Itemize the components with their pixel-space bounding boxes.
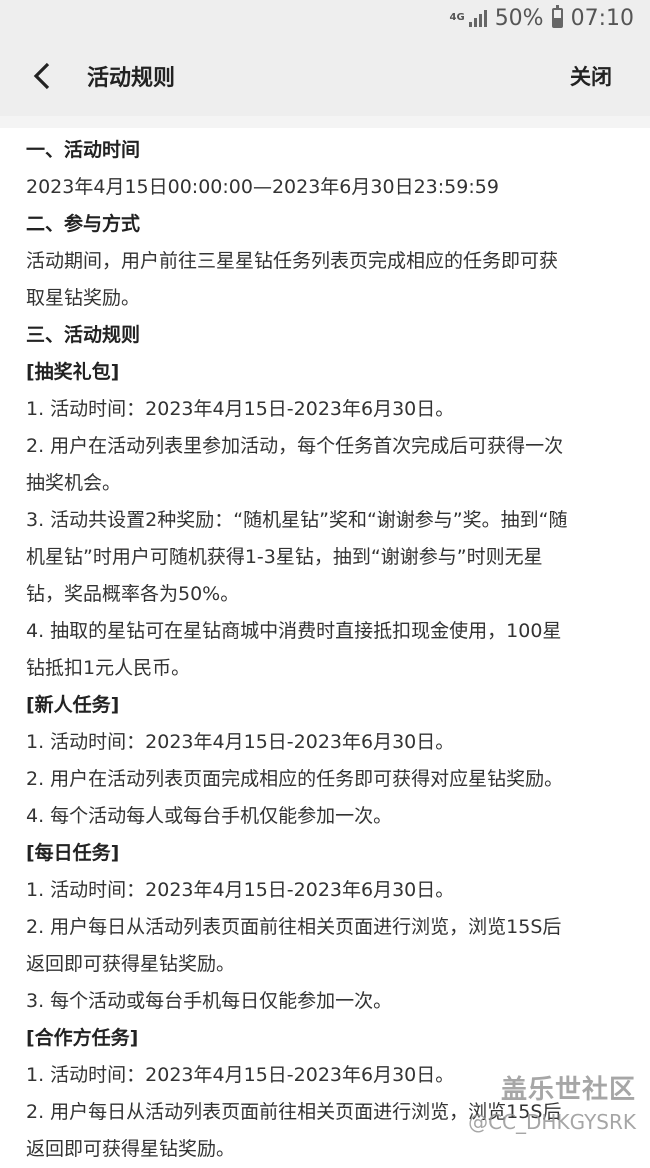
section-heading: [新人任务]	[26, 694, 120, 716]
battery-percent: 50%	[494, 5, 544, 31]
section-heading: [每日任务]	[26, 842, 120, 864]
section-heading: [合作方任务]	[26, 1027, 139, 1049]
section-heading: 二、参与方式	[26, 213, 141, 235]
rule-text: 抽奖机会。	[26, 472, 122, 494]
rule-text: 1. 活动时间：2023年4月15日-2023年6月30日。	[26, 731, 455, 753]
section-heading: 一、活动时间	[26, 139, 141, 161]
rule-text: 钻抵扣1元人民币。	[26, 657, 191, 679]
watermark: 盖乐世社区 @CC_DHKGYSRK	[468, 1069, 636, 1134]
header-divider	[0, 116, 650, 128]
rule-text: 4. 每个活动每人或每台手机仅能参加一次。	[26, 805, 393, 827]
section-heading: 三、活动规则	[26, 324, 141, 346]
rule-text: 2. 用户在活动列表里参加活动，每个任务首次完成后可获得一次	[26, 435, 564, 457]
rule-text: 1. 活动时间：2023年4月15日-2023年6月30日。	[26, 398, 455, 420]
clock: 07:10	[570, 5, 634, 31]
rules-content: 一、活动时间 2023年4月15日00:00:00—2023年6月30日23:59…	[0, 128, 650, 1168]
battery-icon	[551, 5, 563, 28]
section-heading: [抽奖礼包]	[26, 361, 120, 383]
rule-text: 2. 用户每日从活动列表页面前往相关页面进行浏览，浏览15S后	[26, 916, 562, 938]
page-title: 活动规则	[87, 66, 176, 91]
rule-text: 2023年4月15日00:00:00—2023年6月30日23:59:59	[26, 176, 499, 198]
close-button[interactable]: 关闭	[570, 61, 612, 91]
rule-text: 返回即可获得星钻奖励。	[26, 1138, 236, 1160]
chevron-left-icon	[33, 62, 50, 90]
status-bar: 4G 50% 07:10	[0, 0, 650, 36]
watermark-user: @CC_DHKGYSRK	[468, 1110, 636, 1134]
watermark-title: 盖乐世社区	[500, 1075, 636, 1105]
back-button[interactable]	[22, 56, 62, 96]
rule-text: 3. 活动共设置2种奖励：“随机星钻”奖和“谢谢参与”奖。抽到“随	[26, 509, 568, 531]
signal-icon	[468, 9, 487, 27]
rule-text: 4. 抽取的星钻可在星钻商城中消费时直接抵扣现金使用，100星	[26, 620, 562, 642]
rule-text: 活动期间，用户前往三星星钻任务列表页完成相应的任务即可获	[26, 250, 559, 272]
app-bar: 活动规则 关闭	[0, 36, 650, 116]
network-type: 4G	[449, 12, 465, 23]
rule-text: 钻，奖品概率各为50%。	[26, 583, 240, 605]
rule-text: 返回即可获得星钻奖励。	[26, 953, 236, 975]
rule-text: 1. 活动时间：2023年4月15日-2023年6月30日。	[26, 879, 455, 901]
rule-text: 取星钻奖励。	[26, 287, 141, 309]
rule-text: 3. 每个活动或每台手机每日仅能参加一次。	[26, 990, 393, 1012]
rule-text: 机星钻”时用户可随机获得1-3星钻，抽到“谢谢参与”时则无星	[26, 546, 543, 568]
rule-text: 2. 用户在活动列表页面完成相应的任务即可获得对应星钻奖励。	[26, 768, 564, 790]
